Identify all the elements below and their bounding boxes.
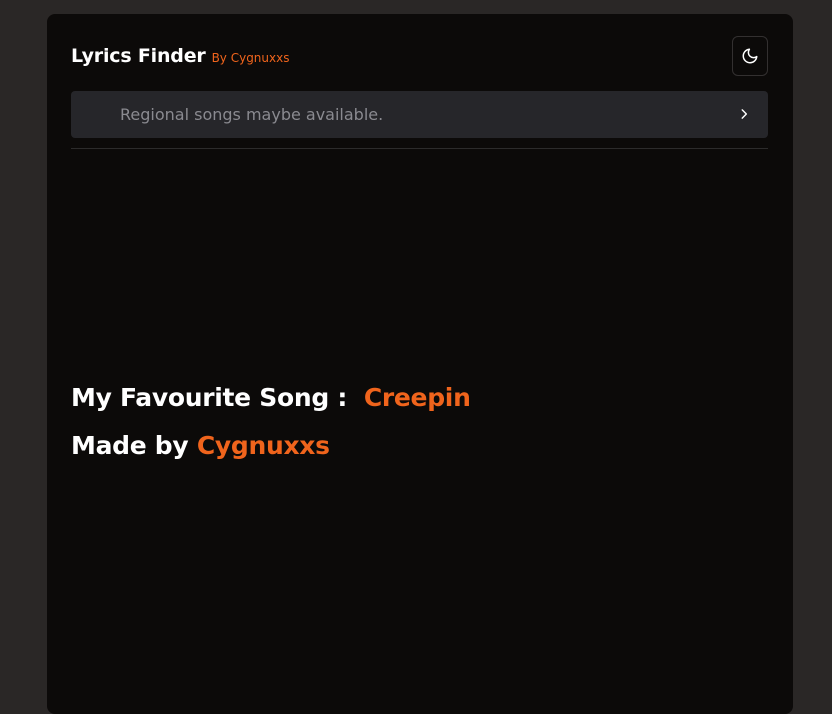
favourite-song-label: My Favourite Song :	[71, 383, 348, 412]
made-by-label: Made by	[71, 431, 189, 460]
app-title: Lyrics Finder	[71, 45, 206, 67]
search-bar[interactable]: Regional songs maybe available.	[71, 91, 768, 138]
theme-toggle-button[interactable]	[732, 36, 768, 76]
made-by-name: Cygnuxxs	[196, 431, 330, 460]
main-card: Lyrics Finder By Cygnuxxs Regional songs…	[47, 14, 793, 714]
moon-icon	[742, 48, 758, 64]
chevron-right-icon	[741, 109, 748, 119]
search-placeholder: Regional songs maybe available.	[120, 105, 384, 124]
divider	[71, 148, 768, 149]
favourite-song-line: My Favourite Song : Creepin	[71, 383, 471, 412]
made-by-line: Made by Cygnuxxs	[71, 431, 330, 460]
favourite-song-name: Creepin	[363, 383, 471, 412]
app-header: Lyrics Finder By Cygnuxxs	[71, 45, 289, 67]
app-byline: By Cygnuxxs	[211, 51, 290, 65]
